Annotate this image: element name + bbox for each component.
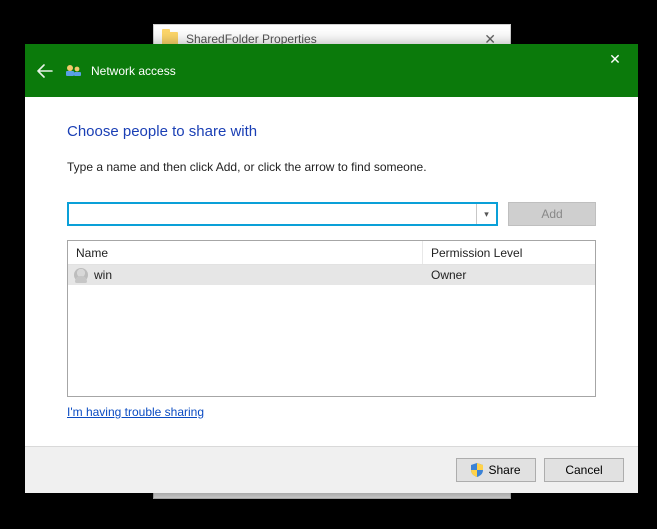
share-button[interactable]: Share bbox=[456, 458, 536, 482]
cancel-button[interactable]: Cancel bbox=[544, 458, 624, 482]
page-heading: Choose people to share with bbox=[67, 123, 596, 140]
add-button-label: Add bbox=[541, 207, 562, 221]
list-item-permission: Owner bbox=[423, 268, 595, 282]
cancel-button-label: Cancel bbox=[565, 463, 602, 477]
column-header-name[interactable]: Name bbox=[68, 241, 423, 264]
name-combobox[interactable]: ▾ bbox=[67, 202, 498, 226]
close-button[interactable]: ✕ bbox=[592, 44, 638, 74]
add-user-row: ▾ Add bbox=[67, 202, 596, 226]
shield-icon bbox=[471, 463, 483, 477]
network-access-dialog: Network access ✕ Choose people to share … bbox=[25, 44, 638, 493]
share-button-label: Share bbox=[488, 463, 520, 477]
user-icon bbox=[74, 268, 88, 282]
dialog-body: Choose people to share with Type a name … bbox=[25, 97, 638, 446]
chevron-down-icon[interactable]: ▾ bbox=[476, 204, 496, 224]
column-header-permission[interactable]: Permission Level bbox=[423, 241, 595, 264]
people-list-header: Name Permission Level bbox=[68, 241, 595, 265]
add-button: Add bbox=[508, 202, 596, 226]
back-arrow-icon[interactable] bbox=[25, 44, 65, 97]
dialog-header-title: Network access bbox=[91, 64, 176, 78]
network-access-icon bbox=[65, 63, 83, 79]
list-item-name: win bbox=[94, 268, 112, 282]
name-input[interactable] bbox=[69, 204, 476, 224]
page-instruction: Type a name and then click Add, or click… bbox=[67, 160, 596, 174]
dialog-header: Network access ✕ bbox=[25, 44, 638, 97]
list-item[interactable]: win Owner bbox=[68, 265, 595, 285]
dialog-footer: Share Cancel bbox=[25, 446, 638, 493]
people-list: Name Permission Level win Owner bbox=[67, 240, 596, 397]
trouble-sharing-link[interactable]: I'm having trouble sharing bbox=[67, 405, 596, 419]
